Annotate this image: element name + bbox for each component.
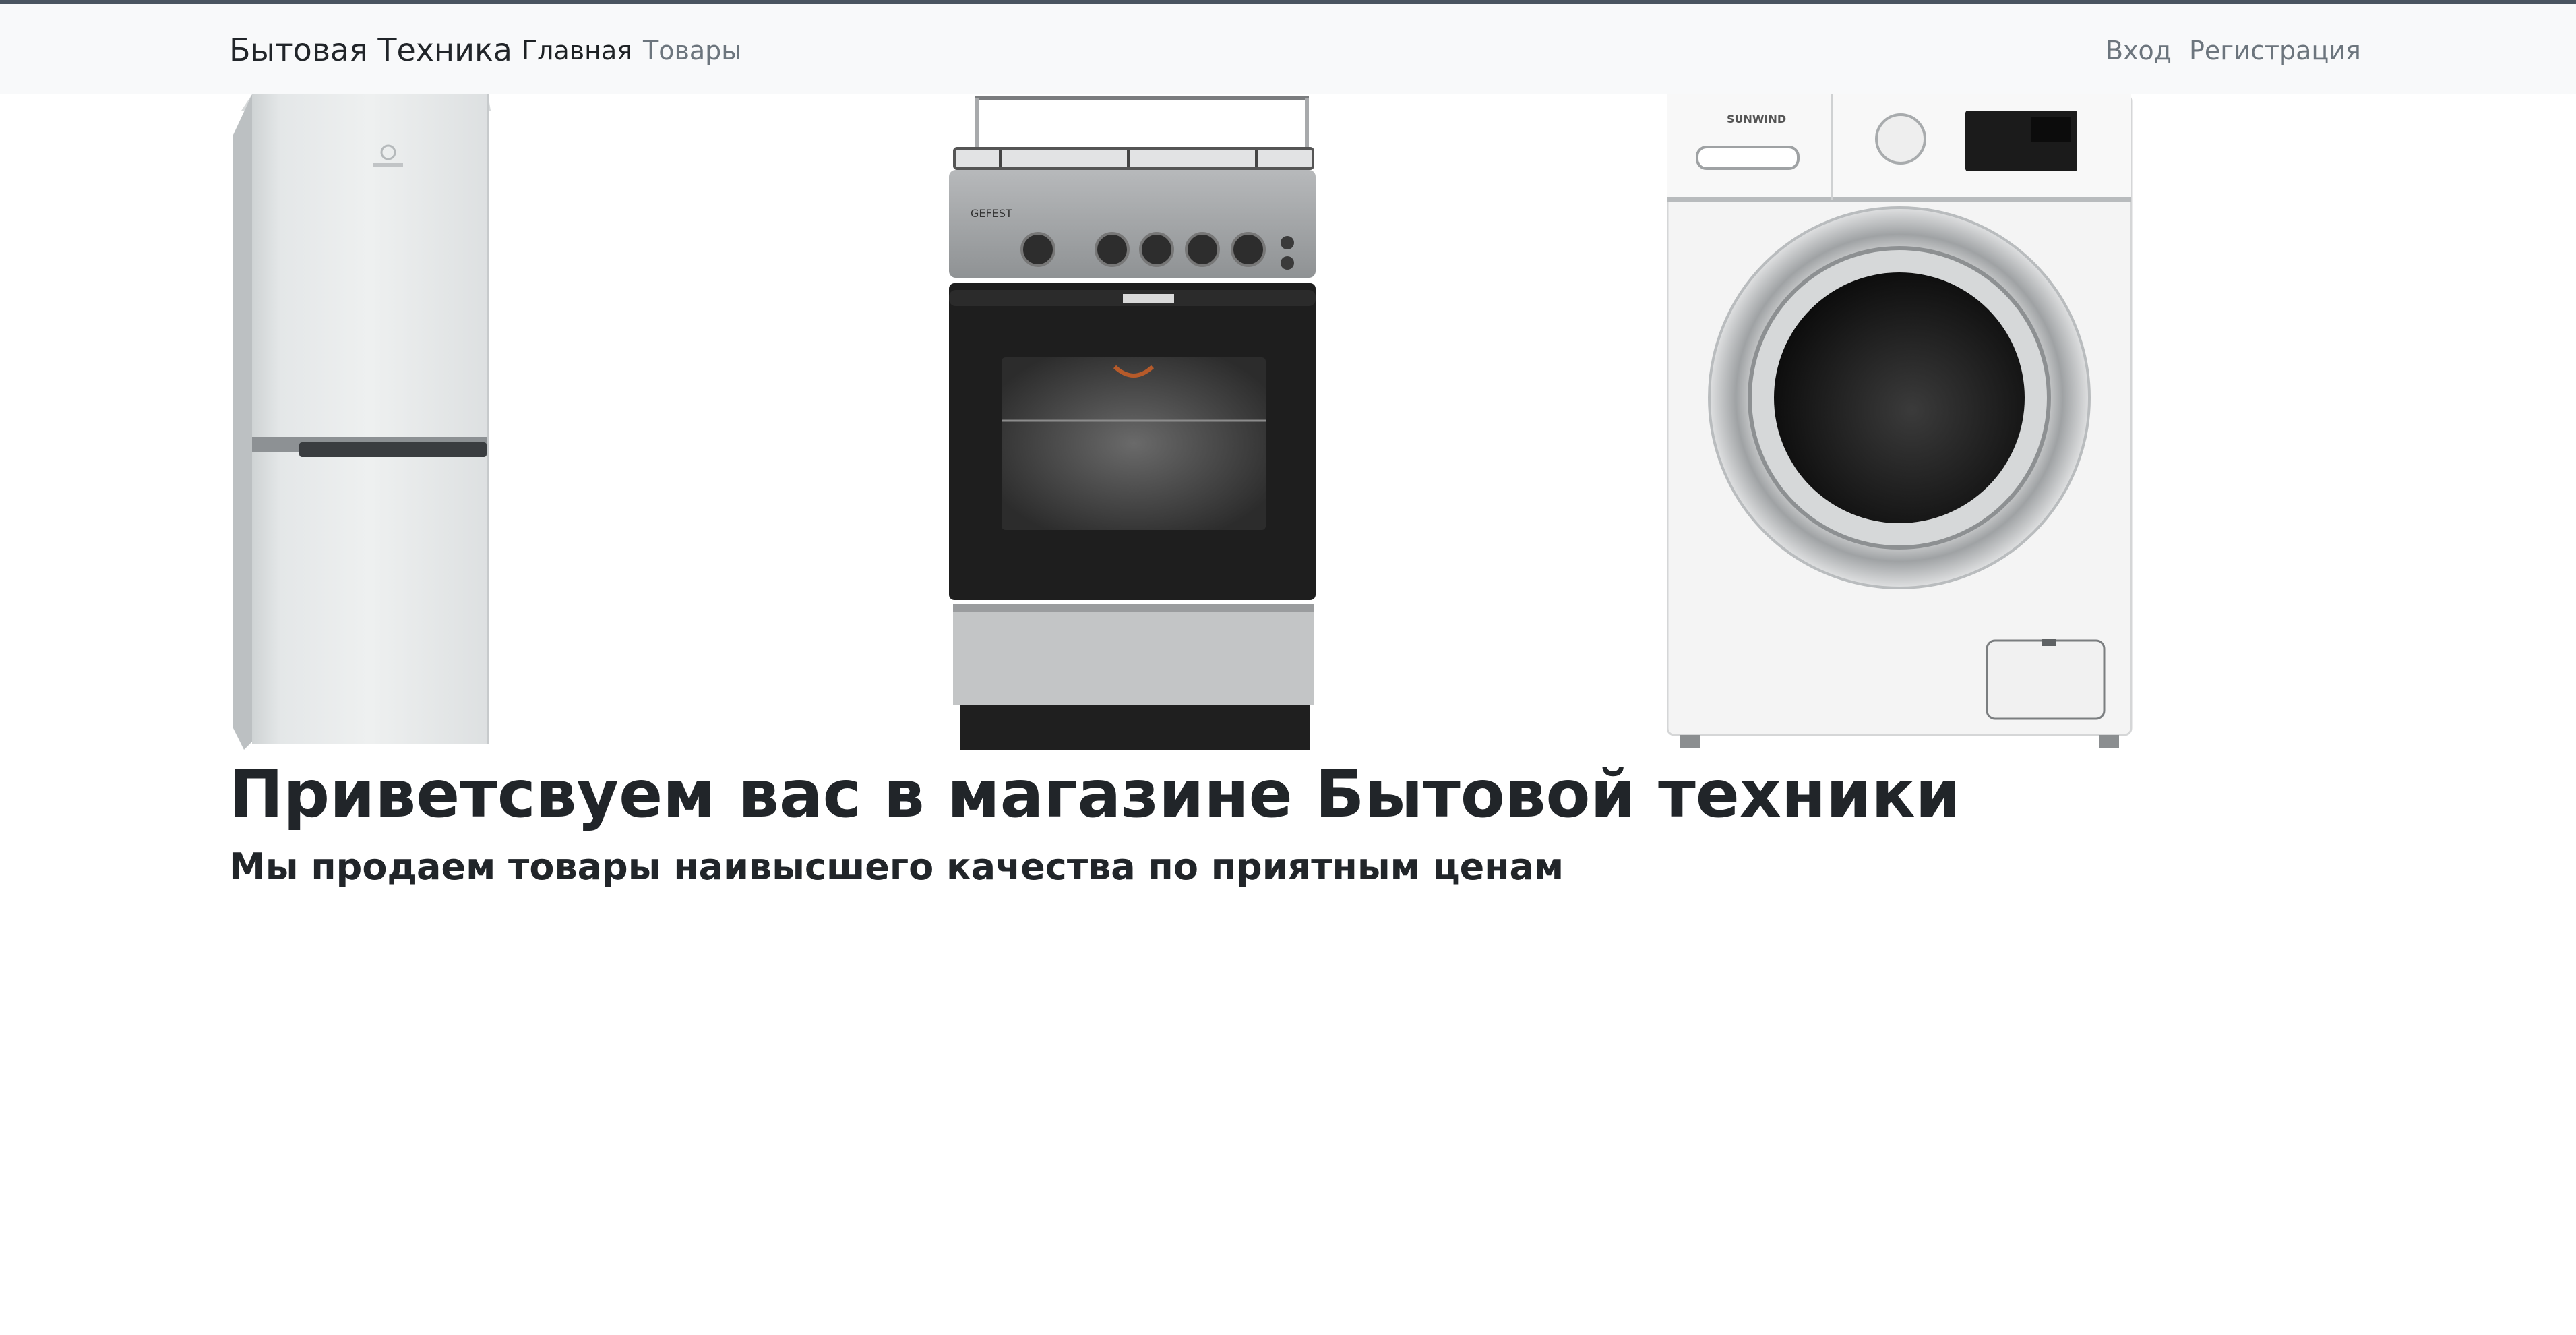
stove-brand-mark: GEFEST	[971, 207, 1012, 220]
nav-link-home[interactable]: Главная	[522, 34, 632, 67]
washing-machine-image: SUNWIND	[1666, 93, 2133, 748]
product-image-refrigerator	[229, 94, 495, 750]
nav-link-products[interactable]: Товары	[643, 34, 741, 67]
page-title: Приветсвуем вас в магазине Бытовой техни…	[229, 756, 1961, 832]
login-link[interactable]: Вход	[2106, 34, 2172, 67]
product-image-washing-machine: SUNWIND	[1666, 93, 2133, 750]
gas-stove-image: GEFEST	[949, 96, 1316, 750]
register-link[interactable]: Регистрация	[2189, 34, 2361, 67]
page-subtitle: Мы продаем товары наивысшего качества по…	[229, 846, 1564, 888]
navbar: Бытовая Техника Главная Товары Вход Реги…	[0, 4, 2576, 94]
washer-brand-mark: SUNWIND	[1727, 113, 1786, 125]
refrigerator-image	[233, 94, 491, 750]
brand-link[interactable]: Бытовая Техника	[229, 31, 512, 69]
product-image-gas-stove: GEFEST	[946, 94, 1321, 750]
